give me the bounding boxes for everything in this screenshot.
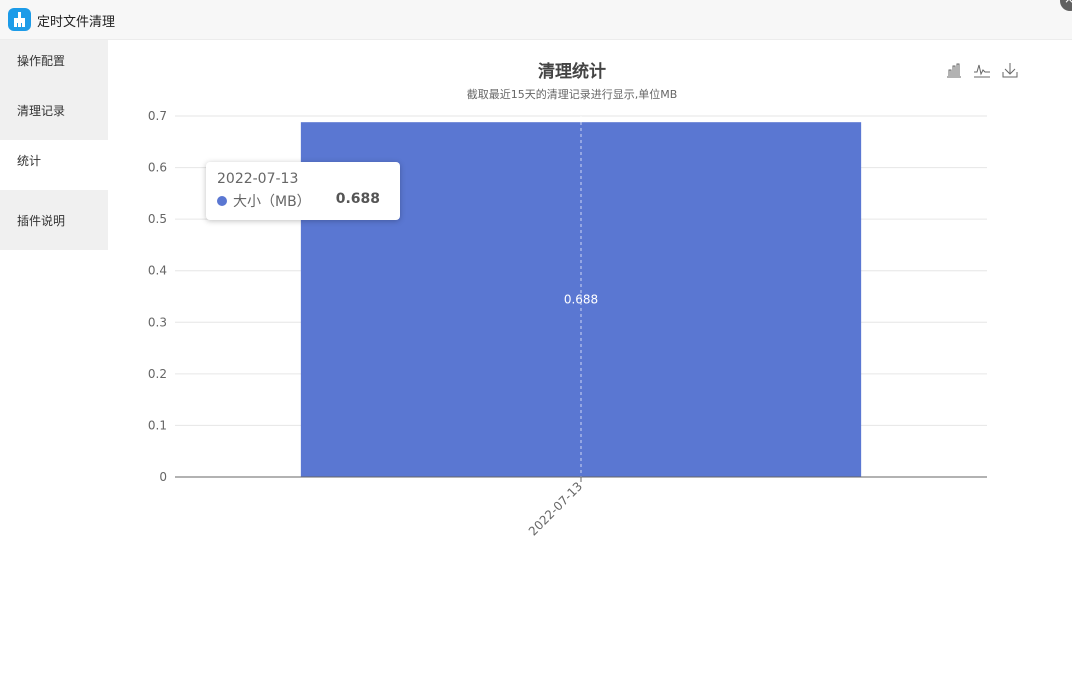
x-tick-label: 2022-07-13 bbox=[526, 479, 585, 538]
chart-title: 清理统计 bbox=[538, 62, 606, 82]
chart-subtitle: 截取最近15天的清理记录进行显示,单位MB bbox=[466, 88, 678, 101]
chart-tooltip: 2022-07-13 大小（MB） 0.688 bbox=[206, 162, 400, 220]
bar-chart: 0 0.1 0.2 0.3 0.4 0.5 0.6 0.7 0.688 2022-07-13 bbox=[148, 109, 987, 538]
download-icon[interactable] bbox=[1002, 62, 1018, 78]
y-tick-label: 0.5 bbox=[148, 212, 167, 226]
y-tick-label: 0.2 bbox=[148, 367, 167, 381]
tooltip-value: 0.688 bbox=[335, 191, 380, 207]
y-tick-label: 0.1 bbox=[148, 418, 167, 432]
y-tick-label: 0.7 bbox=[148, 109, 167, 123]
y-tick-label: 0.3 bbox=[148, 315, 167, 329]
bar-chart-icon[interactable] bbox=[946, 62, 962, 78]
tooltip-series-name: 大小（MB） bbox=[233, 194, 311, 210]
y-tick-label: 0 bbox=[159, 470, 167, 484]
chart-toolbox bbox=[946, 62, 1024, 82]
y-tick-label: 0.6 bbox=[148, 161, 167, 175]
tooltip-date: 2022-07-13 bbox=[217, 171, 299, 187]
line-chart-icon[interactable] bbox=[973, 62, 991, 78]
data-label: 0.688 bbox=[564, 293, 598, 307]
y-tick-label: 0.4 bbox=[148, 264, 167, 278]
series-dot-icon bbox=[217, 196, 227, 206]
